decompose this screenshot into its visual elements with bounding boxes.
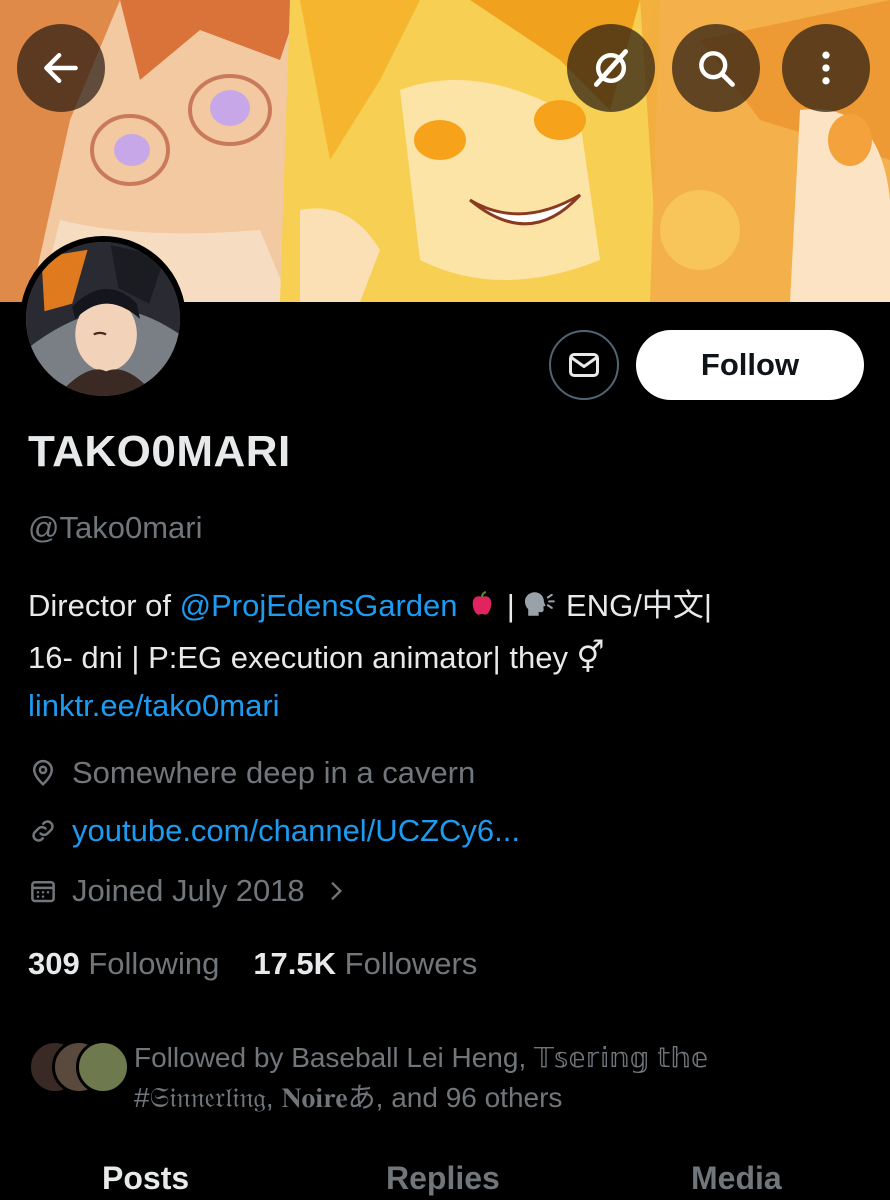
bio-text: ENG/中文|: [557, 588, 712, 623]
followers-stat[interactable]: 17.5K Followers: [253, 946, 477, 982]
profile-avatar[interactable]: [20, 236, 186, 402]
user-handle: @Tako0mari: [28, 510, 203, 545]
chevron-right-icon: [331, 882, 342, 900]
back-button[interactable]: [17, 24, 105, 112]
followers-count: 17.5K: [253, 946, 337, 981]
link-icon: [32, 820, 54, 842]
followed-by-rest: #𝔖𝔦𝔫𝔫𝔢𝔯𝔩𝔦𝔫𝔤, 𝐍𝐨𝐢𝐫𝐞あ, and 96 others: [134, 1082, 563, 1113]
bio-linktree-link[interactable]: linktr.ee/tako0mari: [28, 688, 280, 723]
bio-mention-link[interactable]: @ProjEdensGarden: [180, 588, 458, 623]
bio-text: |: [498, 588, 524, 623]
location-pin-icon: [32, 759, 54, 786]
search-icon: [699, 51, 735, 87]
following-label: Following: [88, 946, 220, 981]
website-row: youtube.com/channel/UCZCy6...: [28, 813, 520, 849]
display-name: TAKO0MARI: [28, 427, 291, 476]
profile-bio: Director of @ProjEdensGarden | ENG/中文| 1…: [28, 582, 858, 730]
follow-stats: 309 Following 17.5K Followers: [28, 946, 477, 982]
followed-by-row[interactable]: Followed by Baseball Lei Heng, 𝕋𝕤𝕖𝕣𝕚𝕟𝕘 𝕥…: [28, 1038, 754, 1118]
tab-media[interactable]: Media: [691, 1160, 782, 1197]
bio-text: Director of: [28, 588, 180, 623]
more-button[interactable]: [782, 24, 870, 112]
message-button[interactable]: [549, 330, 619, 400]
followed-by-prefix: Followed by: [134, 1042, 292, 1073]
following-stat[interactable]: 309 Following: [28, 946, 219, 982]
mutual-avatar: [76, 1040, 130, 1094]
joined-text: Joined July 2018: [72, 873, 305, 908]
location-text: Somewhere deep in a cavern: [72, 755, 476, 790]
speaking-head-emoji: [523, 586, 557, 634]
more-vertical-icon: [822, 51, 830, 85]
apple-emoji: [466, 586, 498, 634]
followed-by-text: Followed by Baseball Lei Heng, 𝕋𝕤𝕖𝕣𝕚𝕟𝕘 𝕥…: [134, 1038, 754, 1118]
tab-posts[interactable]: Posts: [102, 1160, 189, 1197]
followed-by-names: Baseball Lei Heng, 𝕋𝕤𝕖𝕣𝕚𝕟𝕘 𝕥𝕙𝕖: [291, 1042, 709, 1073]
mutual-avatars: [28, 1040, 130, 1100]
website-link[interactable]: youtube.com/channel/UCZCy6...: [72, 813, 520, 849]
avatar-image: [26, 242, 180, 396]
joined-row[interactable]: Joined July 2018: [28, 873, 349, 909]
followers-label: Followers: [344, 946, 478, 981]
calendar-icon: [31, 881, 55, 903]
envelope-icon: [569, 353, 599, 377]
profile-tabs: Posts Replies Media: [0, 1160, 890, 1200]
follow-button[interactable]: Follow: [636, 330, 864, 400]
tab-replies[interactable]: Replies: [386, 1160, 500, 1197]
search-button[interactable]: [672, 24, 760, 112]
location-row: Somewhere deep in a cavern: [28, 755, 475, 791]
bio-text: 16- dni | P:EG execution animator| they …: [28, 640, 605, 675]
grok-button[interactable]: [567, 24, 655, 112]
following-count: 309: [28, 946, 80, 981]
grok-icon: [593, 49, 629, 87]
arrow-left-icon: [44, 52, 78, 84]
